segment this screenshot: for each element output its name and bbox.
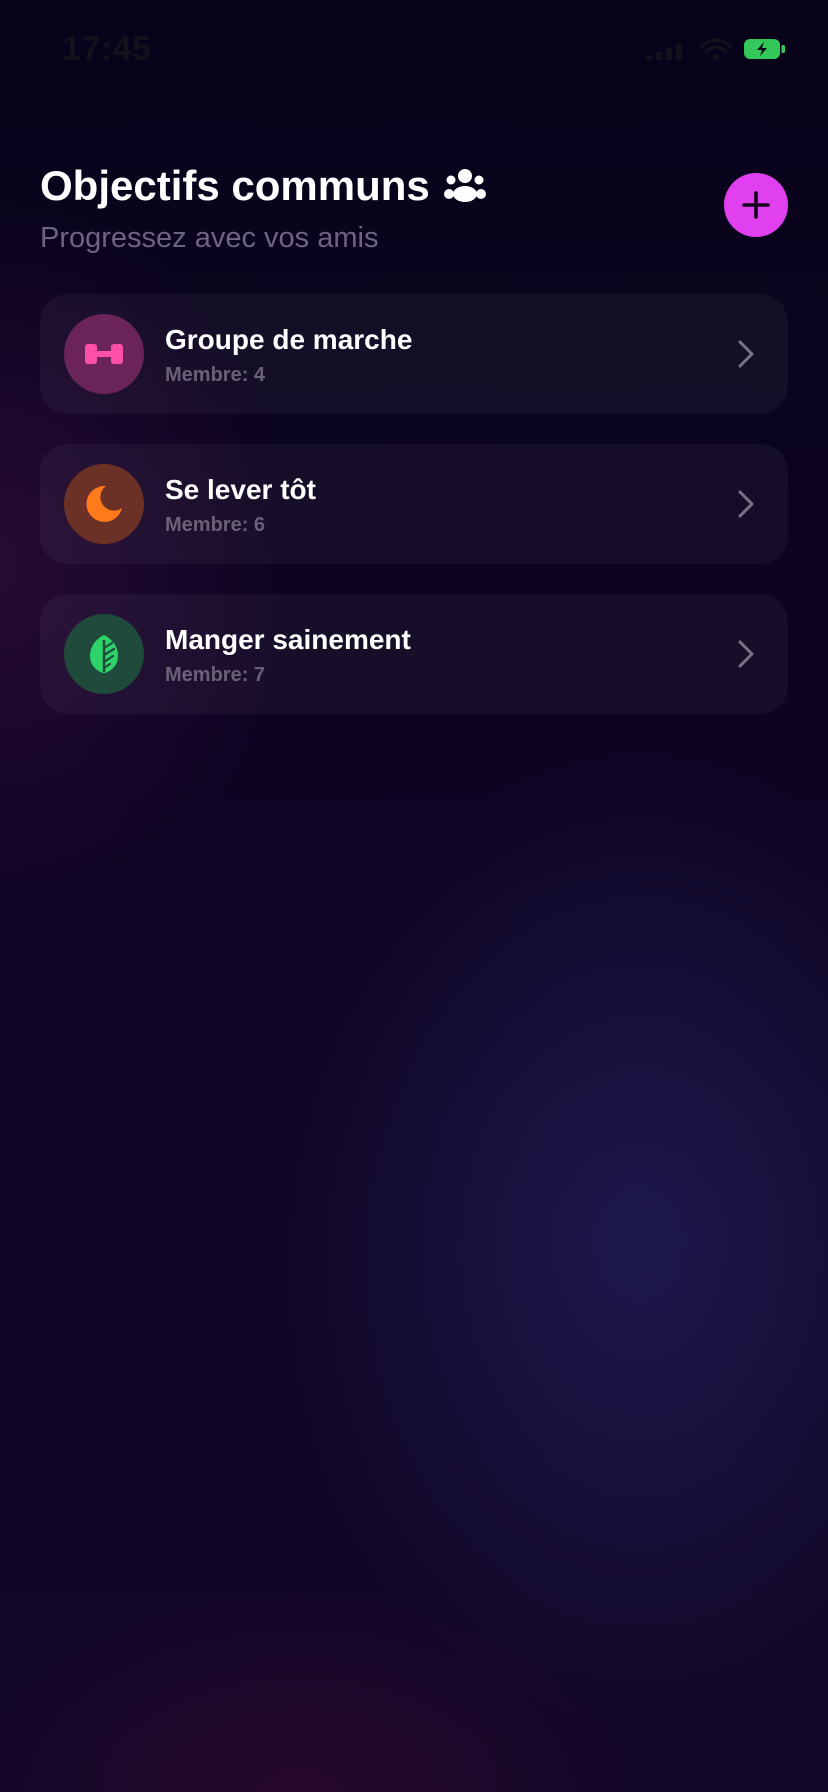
goal-card-groupe-de-marche[interactable]: Groupe de marche Membre: 4 — [40, 294, 788, 414]
dumbbell-icon — [85, 344, 123, 364]
status-bar: 17:45 — [0, 0, 828, 100]
battery-icon — [744, 39, 785, 59]
leaf-icon — [90, 635, 118, 673]
goal-card-se-lever-tot[interactable]: Se lever tôt Membre: 6 — [40, 444, 788, 564]
moon-icon — [86, 485, 122, 522]
goal-members: Membre: 6 — [165, 514, 266, 536]
status-time: 17:45 — [62, 30, 152, 68]
goal-card-manger-sainement[interactable]: Manger sainement Membre: 7 — [40, 594, 788, 714]
signal-icon — [646, 44, 682, 60]
goal-avatar — [64, 314, 144, 394]
add-goal-button[interactable] — [724, 173, 788, 237]
goal-name: Groupe de marche — [165, 324, 413, 355]
chevron-right-icon — [738, 490, 754, 518]
goal-avatar — [64, 614, 144, 694]
goal-name: Manger sainement — [165, 624, 411, 655]
goal-name: Se lever tôt — [165, 474, 316, 505]
page-header: Objectifs communs Progressez avec vos am… — [40, 158, 680, 255]
goal-members: Membre: 4 — [165, 364, 266, 386]
chevron-right-icon — [738, 340, 754, 368]
chevron-right-icon — [738, 640, 754, 668]
goal-avatar — [64, 464, 144, 544]
page-title: Objectifs communs — [40, 162, 430, 209]
wifi-icon — [700, 38, 732, 61]
goal-members: Membre: 7 — [165, 664, 266, 686]
page-subtitle: Progressez avec vos amis — [40, 222, 379, 254]
goal-list: Groupe de marche Membre: 4 Se lever tôt … — [40, 294, 788, 744]
page-title-row: Objectifs communs — [40, 158, 680, 214]
group-icon — [443, 169, 486, 202]
plus-icon — [742, 191, 770, 219]
